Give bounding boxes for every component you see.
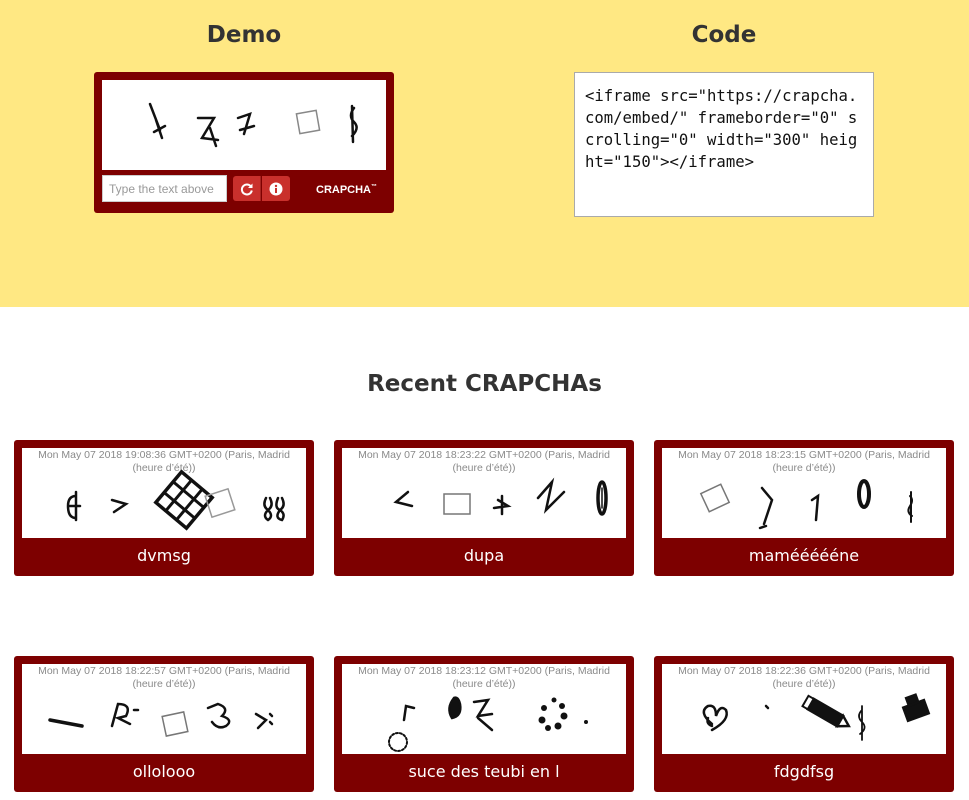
captcha-image: Mon May 07 2018 18:23:22 GMT+0200 (Paris… xyxy=(342,448,626,538)
captcha-glyphs xyxy=(148,102,358,148)
refresh-icon xyxy=(240,183,253,195)
recent-card: Mon May 07 2018 18:23:12 GMT+0200 (Paris… xyxy=(334,656,634,792)
captcha-image: Mon May 07 2018 19:08:36 GMT+0200 (Paris… xyxy=(22,448,306,538)
captcha-answer: dupa xyxy=(463,546,505,565)
captcha-image: Mon May 07 2018 18:22:36 GMT+0200 (Paris… xyxy=(662,664,946,754)
recent-card: Mon May 07 2018 18:23:22 GMT+0200 (Paris… xyxy=(334,440,634,576)
embed-code-box[interactable]: <iframe src="https://crapcha.com/embed/"… xyxy=(574,72,874,217)
captcha-glyphs xyxy=(393,477,608,516)
captcha-answer: maméééééne xyxy=(748,546,860,565)
recent-heading: Recent CRAPCHAs xyxy=(367,371,602,397)
recent-card: Mon May 07 2018 18:22:36 GMT+0200 (Paris… xyxy=(654,656,954,792)
captcha-answer: ollolooo xyxy=(132,762,196,781)
code-heading: Code xyxy=(691,22,757,48)
captcha-image xyxy=(102,80,386,170)
captcha-image: Mon May 07 2018 18:22:57 GMT+0200 (Paris… xyxy=(22,664,306,754)
crapcha-widget: CRAPCHA™ xyxy=(94,72,394,213)
captcha-answer: fdgdfsg xyxy=(773,762,835,781)
recent-card: Mon May 07 2018 18:22:57 GMT+0200 (Paris… xyxy=(14,656,314,792)
crapcha-brand: CRAPCHA™ xyxy=(316,184,377,196)
refresh-button[interactable] xyxy=(233,176,261,201)
recent-card: Mon May 07 2018 18:23:15 GMT+0200 (Paris… xyxy=(654,440,954,576)
captcha-glyphs xyxy=(388,696,588,752)
recent-card: Mon May 07 2018 19:08:36 GMT+0200 (Paris… xyxy=(14,440,314,576)
captcha-image: Mon May 07 2018 18:23:15 GMT+0200 (Paris… xyxy=(662,448,946,538)
captcha-answer: suce des teubi en l xyxy=(408,762,560,781)
captcha-glyphs xyxy=(48,702,274,737)
info-icon xyxy=(269,182,283,195)
info-button[interactable] xyxy=(262,176,290,201)
demo-heading: Demo xyxy=(206,22,282,48)
captcha-input[interactable] xyxy=(102,175,227,202)
captcha-glyphs xyxy=(699,479,913,530)
captcha-glyphs xyxy=(66,469,285,531)
captcha-image: Mon May 07 2018 18:23:12 GMT+0200 (Paris… xyxy=(342,664,626,754)
captcha-answer: dvmsg xyxy=(137,546,191,565)
captcha-glyphs xyxy=(702,693,931,741)
